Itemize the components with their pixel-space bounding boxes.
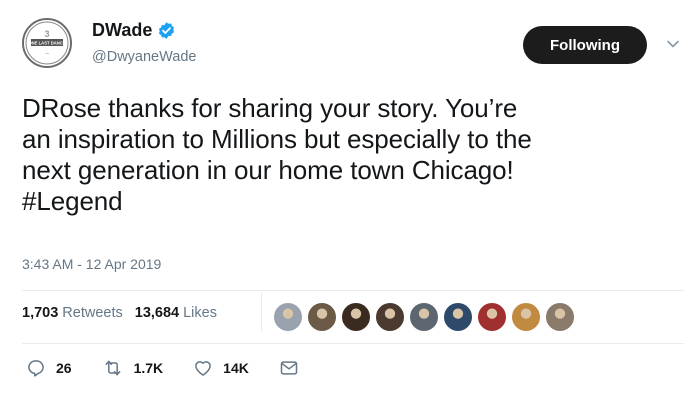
tweet-stats: 1,703 Retweets 13,684 Likes (22, 305, 217, 321)
liker-avatar[interactable] (443, 302, 473, 332)
like-count: 14K (223, 360, 249, 376)
reply-icon (28, 360, 44, 377)
like-icon (195, 361, 211, 376)
divider-bottom (22, 343, 684, 344)
retweets-label[interactable]: Retweets (62, 305, 122, 321)
author-handle[interactable]: @DwyaneWade (92, 49, 196, 65)
reply-count: 26 (56, 360, 72, 376)
likes-label[interactable]: Likes (183, 305, 217, 321)
verified-icon (157, 21, 176, 40)
direct-message-button[interactable] (279, 358, 309, 378)
svg-text:ONE LAST DANCE: ONE LAST DANCE (28, 41, 65, 46)
tweet-text: DRose thanks for sharing your story. You… (22, 93, 532, 216)
chevron-down-icon[interactable] (666, 37, 680, 51)
author-name-row: DWade (92, 19, 176, 41)
retweets-count[interactable]: 1,703 (22, 305, 58, 321)
svg-text:3: 3 (44, 29, 49, 39)
liker-avatar[interactable] (307, 302, 337, 332)
likes-count[interactable]: 13,684 (135, 305, 179, 321)
divider-top (22, 290, 684, 291)
reply-button[interactable]: 26 (26, 358, 72, 378)
liker-avatar[interactable] (409, 302, 439, 332)
following-button[interactable]: Following (523, 26, 647, 64)
retweet-button[interactable]: 1.7K (102, 358, 164, 378)
liker-avatar[interactable] (375, 302, 405, 332)
retweet-icon (105, 360, 120, 376)
liker-avatar[interactable] (477, 302, 507, 332)
liker-avatar[interactable] (511, 302, 541, 332)
author-display-name[interactable]: DWade (92, 19, 152, 41)
author-avatar[interactable]: ONE LAST DANCE 3 ~ (22, 18, 72, 68)
tweet-timestamp[interactable]: 3:43 AM - 12 Apr 2019 (22, 256, 161, 272)
liker-avatar[interactable] (341, 302, 371, 332)
svg-text:~: ~ (45, 51, 49, 58)
message-icon (280, 361, 298, 375)
liked-by-avatars (273, 302, 579, 332)
liker-avatar[interactable] (545, 302, 575, 332)
stats-separator (261, 292, 262, 332)
tweet-actions: 26 1.7K 14K (26, 358, 339, 378)
like-button[interactable]: 14K (193, 358, 249, 378)
retweet-count: 1.7K (133, 360, 164, 376)
liker-avatar[interactable] (273, 302, 303, 332)
